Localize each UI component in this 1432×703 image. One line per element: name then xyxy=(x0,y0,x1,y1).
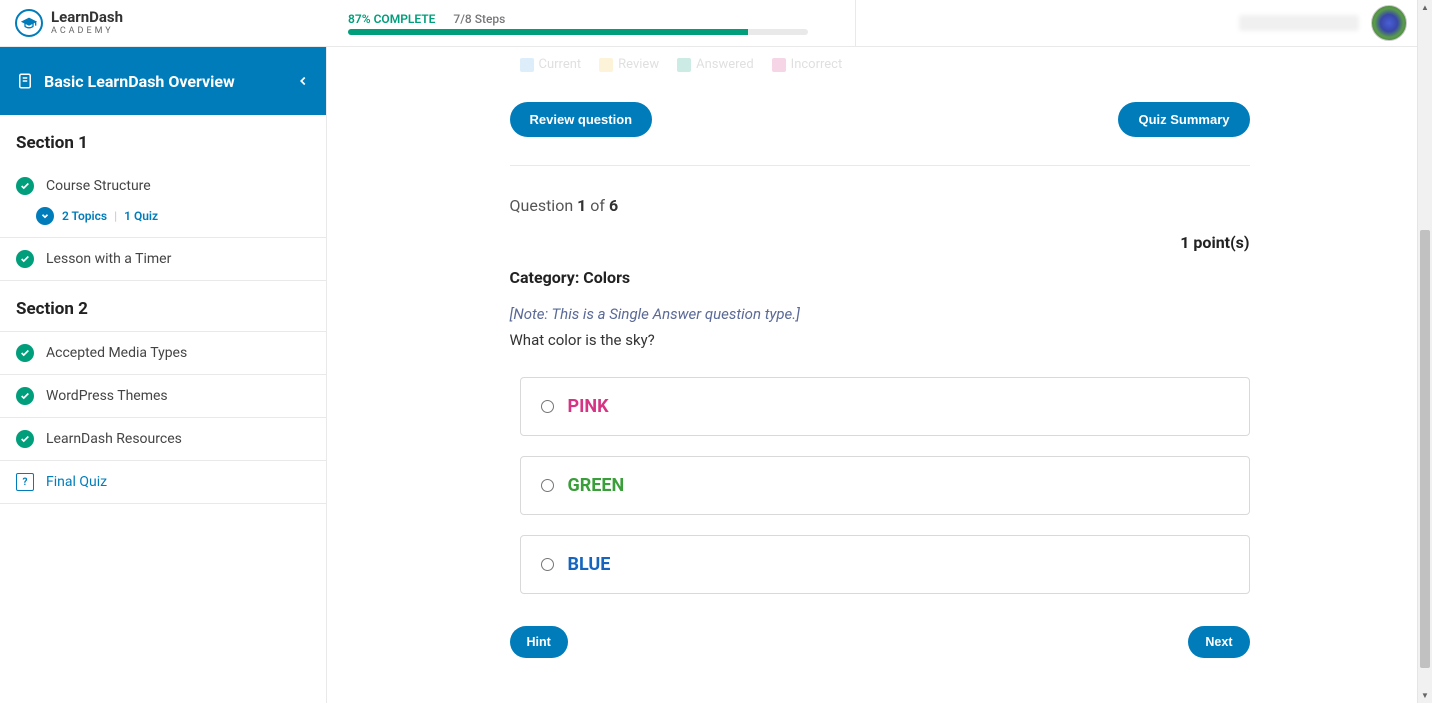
sidebar-collapse[interactable] xyxy=(296,74,310,88)
progress-bar xyxy=(348,29,808,35)
progress-percent: 87% COMPLETE xyxy=(348,12,435,26)
check-icon xyxy=(16,387,34,405)
logo-icon xyxy=(15,9,43,37)
expand-row: 2 Topics | 1 Quiz xyxy=(0,207,326,238)
legend-current: Current xyxy=(520,57,582,72)
question-total: 6 xyxy=(609,196,618,215)
legend-incorrect: Incorrect xyxy=(772,57,843,72)
answer-label: BLUE xyxy=(568,554,611,575)
progress-fill xyxy=(348,29,748,35)
next-button[interactable]: Next xyxy=(1188,626,1249,658)
answers-list: PINK GREEN BLUE xyxy=(510,377,1250,594)
scroll-up-arrow[interactable]: ▲ xyxy=(1418,0,1432,15)
check-icon xyxy=(16,344,34,362)
section2-heading: Section 2 xyxy=(0,281,326,331)
hint-button[interactable]: Hint xyxy=(510,626,568,658)
of-word: of xyxy=(586,196,609,215)
check-icon xyxy=(16,177,34,195)
quiz-summary-button[interactable]: Quiz Summary xyxy=(1118,102,1249,137)
topics-count: 2 Topics xyxy=(62,209,107,223)
review-question-button[interactable]: Review question xyxy=(510,102,653,137)
progress-labels: 87% COMPLETE 7/8 Steps xyxy=(348,12,808,26)
bottom-button-row: Hint Next xyxy=(510,626,1250,658)
scrollbar-track[interactable] xyxy=(1418,15,1432,688)
sidebar-item-course-structure[interactable]: Course Structure xyxy=(0,165,326,207)
expand-toggle[interactable] xyxy=(36,207,54,225)
chevron-left-icon xyxy=(296,74,310,88)
sidebar-item-accepted-media[interactable]: Accepted Media Types xyxy=(0,331,326,375)
logo-text: LearnDash ACADEMY xyxy=(51,10,123,36)
answer-option-pink[interactable]: PINK xyxy=(520,377,1250,436)
radio-green[interactable] xyxy=(541,479,554,492)
points: 1 point(s) xyxy=(510,233,1250,252)
check-icon xyxy=(16,250,34,268)
header-divider xyxy=(855,0,856,46)
sidebar: Basic LearnDash Overview Section 1 Cours… xyxy=(0,47,327,703)
quiz-content: Current Review Answered Incorrect Review… xyxy=(505,47,1255,698)
username-blurred xyxy=(1239,15,1359,31)
question-text: What color is the sky? xyxy=(510,331,1250,349)
sidebar-item-label: LearnDash Resources xyxy=(46,431,182,447)
scroll-down-arrow[interactable]: ▼ xyxy=(1418,688,1432,703)
sidebar-header: Basic LearnDash Overview xyxy=(0,47,326,115)
answer-option-blue[interactable]: BLUE xyxy=(520,535,1250,594)
brand-sub: ACADEMY xyxy=(51,27,123,36)
separator: | xyxy=(114,209,117,223)
sidebar-item-ld-resources[interactable]: LearnDash Resources xyxy=(0,418,326,461)
legend-row: Current Review Answered Incorrect xyxy=(510,47,1250,80)
answer-option-green[interactable]: GREEN xyxy=(520,456,1250,515)
question-counter: Question 1 of 6 xyxy=(510,196,1250,215)
legend-review: Review xyxy=(599,57,659,72)
sidebar-item-label: Accepted Media Types xyxy=(46,345,187,361)
scrollbar[interactable]: ▲ ▼ xyxy=(1417,0,1432,703)
category-label: Category: Colors xyxy=(510,268,1250,287)
lesson-icon xyxy=(16,72,34,90)
avatar[interactable] xyxy=(1371,5,1407,41)
top-button-row: Review question Quiz Summary xyxy=(510,84,1250,165)
progress-area: 87% COMPLETE 7/8 Steps xyxy=(348,12,808,35)
sidebar-title: Basic LearnDash Overview xyxy=(44,72,235,91)
radio-blue[interactable] xyxy=(541,558,554,571)
sidebar-item-label: Final Quiz xyxy=(46,474,107,490)
section1-heading: Section 1 xyxy=(0,115,326,165)
question-note: [Note: This is a Single Answer question … xyxy=(510,305,1250,323)
brand-name: LearnDash xyxy=(51,10,123,25)
app-root: LearnDash ACADEMY 87% COMPLETE 7/8 Steps xyxy=(0,0,1432,703)
logo[interactable]: LearnDash ACADEMY xyxy=(15,9,123,37)
sidebar-item-wp-themes[interactable]: WordPress Themes xyxy=(0,375,326,418)
scrollbar-thumb[interactable] xyxy=(1420,230,1430,667)
sidebar-item-lesson-timer[interactable]: Lesson with a Timer xyxy=(0,238,326,281)
main-content: Current Review Answered Incorrect Review… xyxy=(327,47,1432,703)
question-word: Question xyxy=(510,196,578,215)
chevron-down-icon xyxy=(40,211,50,221)
quiz-icon: ? xyxy=(16,473,34,491)
divider xyxy=(510,165,1250,166)
legend-answered: Answered xyxy=(677,57,754,72)
answer-label: GREEN xyxy=(568,475,625,496)
sidebar-item-label: WordPress Themes xyxy=(46,388,168,404)
radio-pink[interactable] xyxy=(541,400,554,413)
header: LearnDash ACADEMY 87% COMPLETE 7/8 Steps xyxy=(0,0,1432,47)
sidebar-item-label: Course Structure xyxy=(46,178,151,194)
question-num: 1 xyxy=(577,196,586,215)
header-right xyxy=(1239,5,1417,41)
quiz-count: 1 Quiz xyxy=(124,209,158,223)
progress-steps: 7/8 Steps xyxy=(453,12,505,26)
check-icon xyxy=(16,430,34,448)
sidebar-item-label: Lesson with a Timer xyxy=(46,251,171,267)
sidebar-item-final-quiz[interactable]: ? Final Quiz xyxy=(0,461,326,504)
body: Basic LearnDash Overview Section 1 Cours… xyxy=(0,47,1432,703)
answer-label: PINK xyxy=(568,396,609,417)
